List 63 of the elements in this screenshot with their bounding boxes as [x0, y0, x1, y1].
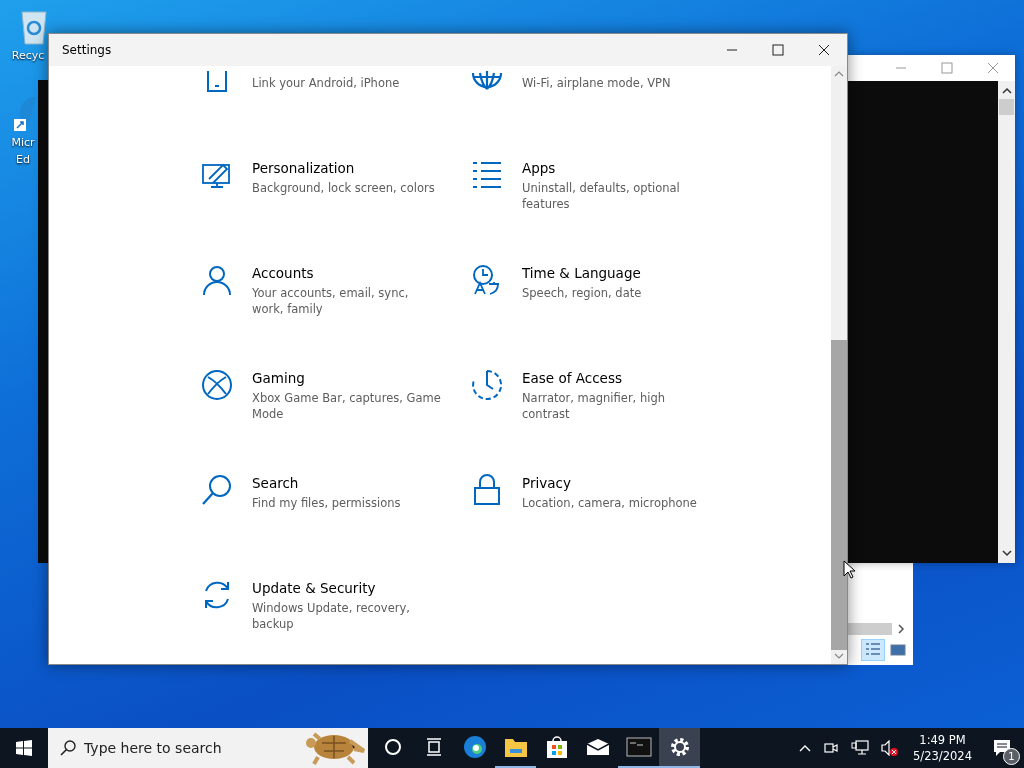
maximize-icon[interactable]	[772, 44, 784, 56]
settings-category-link[interactable]: Apps	[522, 159, 712, 177]
lock-icon	[473, 474, 501, 506]
windows-start-icon[interactable]	[16, 740, 32, 756]
search-bar[interactable]: Type here to search	[48, 728, 368, 768]
settings-category-link[interactable]: Gaming	[252, 369, 442, 387]
gear-icon[interactable]	[668, 736, 691, 758]
category-description: Your accounts, email, sync, work, family	[252, 285, 410, 317]
volume-muted-icon[interactable]	[881, 740, 900, 756]
settings-category-link[interactable]: Accounts	[252, 264, 442, 282]
network-icon[interactable]	[851, 740, 870, 756]
category-description: Background, lock screen, colors	[252, 180, 436, 196]
camera-icon[interactable]	[823, 740, 840, 756]
person-icon	[201, 264, 233, 296]
date-text: 5/23/2024	[913, 748, 972, 764]
folder-icon[interactable]	[503, 736, 528, 758]
scroll-up-icon[interactable]	[1001, 87, 1012, 95]
settings-category-link[interactable]: Search	[252, 474, 442, 492]
scroll-right-icon[interactable]	[896, 624, 906, 634]
globe-icon	[471, 71, 503, 91]
search-field[interactable]: Type here to search	[82, 739, 296, 757]
category-description: Xbox Game Bar, captures, Game Mode	[252, 390, 442, 422]
desktop-icon-label: Recyc	[11, 48, 45, 63]
clock[interactable]: 1:49 PM 5/23/2024	[905, 728, 980, 768]
settings-category-link[interactable]: Update & Security	[252, 579, 442, 597]
time-text: 1:49 PM	[919, 732, 966, 748]
category-description: Link your Android, iPhone	[252, 75, 401, 91]
scrollbar-thumb[interactable]	[831, 340, 847, 650]
xbox-icon	[201, 369, 233, 401]
details-view-icon[interactable]	[861, 639, 885, 661]
settings-category-link[interactable]: Ease of Access	[522, 369, 712, 387]
circle-icon[interactable]	[383, 738, 402, 756]
scrollbar-thumb[interactable]	[999, 99, 1014, 115]
store-bag-icon[interactable]	[544, 735, 569, 759]
window-title: Settings	[61, 43, 112, 57]
settings-category-link[interactable]: Personalization	[252, 159, 442, 177]
phone-icon	[204, 71, 230, 93]
envelope-icon[interactable]	[585, 738, 610, 756]
category-description: Find my files, permissions	[252, 495, 402, 511]
category-description: Speech, region, date	[522, 285, 643, 301]
preview-view-icon[interactable]	[889, 642, 907, 658]
settings-category-link[interactable]: Privacy	[522, 474, 712, 492]
task-view-icon[interactable]	[424, 738, 443, 756]
desktop-icon-label: Micr	[11, 135, 35, 150]
category-description: Wi-Fi, airplane mode, VPN	[522, 75, 672, 91]
terminal-icon[interactable]	[625, 737, 652, 757]
category-description: Uninstall, defaults, optional features	[522, 180, 681, 212]
category-description: Narrator, magnifier, high contrast	[522, 390, 666, 422]
scroll-down-icon[interactable]	[1001, 549, 1012, 557]
search-icon	[201, 474, 233, 506]
settings-category-link[interactable]: Time & Language	[522, 264, 712, 282]
close-icon[interactable]	[818, 44, 830, 56]
scrollbar-thumb[interactable]	[848, 623, 892, 635]
category-description: Location, camera, microphone	[522, 495, 698, 511]
search-icon	[60, 740, 76, 756]
ease-of-access-icon	[471, 369, 503, 401]
desktop-icon-label: Ed	[16, 152, 30, 167]
apps-list-icon	[471, 159, 503, 191]
settings-taskbar-button[interactable]	[659, 728, 700, 768]
notification-count: 1	[1003, 748, 1020, 765]
show-hidden-icons-icon[interactable]	[799, 744, 812, 752]
category-description: Windows Update, recovery, backup	[252, 600, 411, 632]
browser-icon[interactable]	[462, 735, 487, 759]
